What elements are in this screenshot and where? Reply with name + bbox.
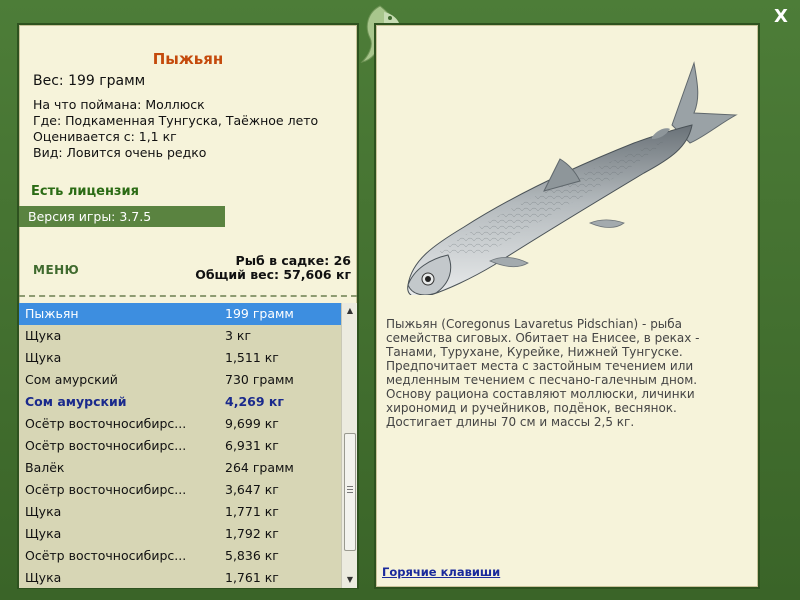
list-item[interactable]: Осётр восточносибирс... 5,836 кг xyxy=(19,545,341,567)
list-item-weight: 1,792 кг xyxy=(225,526,279,541)
scroll-thumb[interactable] xyxy=(344,433,356,551)
list-item-name: Сом амурский xyxy=(25,394,127,409)
fish-description: Пыжьян (Coregonus Lavaretus Pidschian) -… xyxy=(386,317,700,429)
scroll-up-icon[interactable]: ▲ xyxy=(342,303,358,319)
list-item[interactable]: Осётр восточносибирс... 9,699 кг xyxy=(19,413,341,435)
caught-on-text: На что поймана: Моллюск xyxy=(33,97,205,112)
list-item[interactable]: Пыжьян 199 грамм xyxy=(19,303,341,325)
list-item-name: Щука xyxy=(25,328,62,343)
list-item[interactable]: Осётр восточносибирс... 6,931 кг xyxy=(19,435,341,457)
list-item[interactable]: Валёк 264 грамм xyxy=(19,457,341,479)
list-item-weight: 1,761 кг xyxy=(225,570,279,585)
menu-button[interactable]: МЕНЮ xyxy=(33,263,79,277)
fish-description-panel: Пыжьян (Coregonus Lavaretus Pidschian) -… xyxy=(374,23,760,589)
license-status: Есть лицензия xyxy=(31,184,139,199)
list-item-name: Щука xyxy=(25,570,62,585)
list-item-weight: 1,771 кг xyxy=(225,504,279,519)
total-weight: Общий вес: 57,606 кг xyxy=(195,267,351,282)
list-item-weight: 9,699 кг xyxy=(225,416,279,431)
location-text: Где: Подкаменная Тунгуска, Таёжное лето xyxy=(33,113,319,128)
list-item-name: Сом амурский xyxy=(25,372,118,387)
list-item-weight: 3 кг xyxy=(225,328,252,343)
list-item-name: Валёк xyxy=(25,460,65,475)
fish-count: Рыб в садке: 26 xyxy=(235,253,351,268)
list-item[interactable]: Осётр восточносибирс... 3,647 кг xyxy=(19,479,341,501)
hotkeys-link[interactable]: Горячие клавиши xyxy=(382,565,500,579)
list-item[interactable]: Щука 1,771 кг xyxy=(19,501,341,523)
divider xyxy=(19,295,357,297)
fish-title: Пыжьян xyxy=(152,50,224,68)
fish-illustration xyxy=(407,61,738,295)
list-item[interactable]: Сом амурский 730 грамм xyxy=(19,369,341,391)
list-item-name: Осётр восточносибирс... xyxy=(25,482,187,497)
list-item-weight: 264 грамм xyxy=(225,460,294,475)
list-item-name: Осётр восточносибирс... xyxy=(25,438,187,453)
list-scrollbar[interactable]: ▲ ▼ xyxy=(341,303,357,588)
catch-list: Пыжьян 199 грамм Щука 3 кг Щука 1,511 кг Сом а… xyxy=(19,303,341,588)
list-item[interactable]: Щука 1,792 кг xyxy=(19,523,341,545)
list-item[interactable]: Сом амурский 4,269 кг xyxy=(19,391,341,413)
list-item-weight: 1,511 кг xyxy=(225,350,279,365)
list-item-weight: 4,269 кг xyxy=(225,394,284,409)
list-item-weight: 3,647 кг xyxy=(225,482,279,497)
list-item[interactable]: Щука 1,761 кг xyxy=(19,567,341,588)
fish-info-panel: Пыжьян Вес: 199 грамм На что поймана: Мо… xyxy=(17,23,359,589)
list-item-name: Щука xyxy=(25,526,62,541)
list-item[interactable]: Щука 3 кг xyxy=(19,325,341,347)
list-item-weight: 6,931 кг xyxy=(225,438,279,453)
list-item-weight: 730 грамм xyxy=(225,372,294,387)
fish-details: На что поймана: Моллюск Где: Подкаменная… xyxy=(33,97,318,161)
list-item-name: Щука xyxy=(25,504,62,519)
valued-from-text: Оценивается с: 1,1 кг xyxy=(33,129,177,144)
close-icon[interactable]: X xyxy=(770,6,792,28)
list-item-weight: 5,836 кг xyxy=(225,548,279,563)
scroll-down-icon[interactable]: ▼ xyxy=(342,572,358,588)
list-item-name: Щука xyxy=(25,350,62,365)
list-item-name: Осётр восточносибирс... xyxy=(25,416,187,431)
fish-weight: Вес: 199 грамм xyxy=(33,73,146,89)
catch-stats: Рыб в садке: 26 Общий вес: 57,606 кг xyxy=(195,254,351,282)
list-item[interactable]: Щука 1,511 кг xyxy=(19,347,341,369)
list-item-weight: 199 грамм xyxy=(225,306,294,321)
rarity-text: Вид: Ловится очень редко xyxy=(33,145,207,160)
list-item-name: Осётр восточносибирс... xyxy=(25,548,187,563)
list-item-name: Пыжьян xyxy=(25,306,79,321)
version-bar: Версия игры: 3.7.5 xyxy=(19,206,225,227)
